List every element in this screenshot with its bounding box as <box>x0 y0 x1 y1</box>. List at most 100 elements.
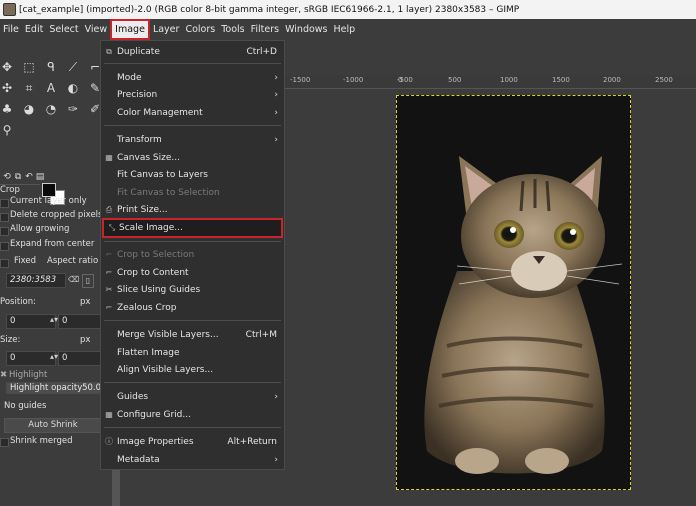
menu-help[interactable]: Help <box>331 19 359 40</box>
cage-tool-icon[interactable]: ⌗ <box>22 81 36 95</box>
menu-select[interactable]: Select <box>46 19 81 40</box>
menu-item-precision[interactable]: Precision › <box>101 86 284 103</box>
ruler-label: 1000 <box>500 76 518 84</box>
aspect-ratio-field[interactable]: 2380:3583 <box>6 273 66 288</box>
menu-item-metadata[interactable]: Metadata › <box>101 451 284 468</box>
menu-item-transform[interactable]: Transform › <box>101 131 284 148</box>
menu-layer[interactable]: Layer <box>150 19 183 40</box>
position-x-spinner[interactable]: ▴▾ <box>50 315 58 324</box>
menu-separator <box>104 320 281 321</box>
menu-item-label: Print Size... <box>117 204 168 215</box>
scale-image-icon: ⤡ <box>108 223 116 232</box>
current-layer-only-checkbox[interactable] <box>0 199 9 208</box>
menu-item-zealous-crop[interactable]: ⌐ Zealous Crop <box>101 299 284 316</box>
menu-image[interactable]: Image <box>110 19 150 40</box>
menu-item-fit-canvas-layers[interactable]: Fit Canvas to Layers <box>101 166 284 183</box>
shrink-merged-checkbox[interactable] <box>0 438 9 447</box>
submenu-arrow-icon: › <box>274 454 278 465</box>
menu-item-label: Crop to Content <box>117 267 189 278</box>
highlight-opacity-label: Highlight opacity <box>10 383 83 393</box>
size-unit-select[interactable]: px <box>80 335 90 345</box>
dodge-tool-icon[interactable]: ◔ <box>44 102 58 116</box>
menu-item-configure-grid[interactable]: ▦ Configure Grid... <box>101 406 284 423</box>
menu-separator <box>104 427 281 428</box>
size-w-field[interactable]: 0 <box>6 351 56 366</box>
menu-item-canvas-size[interactable]: ▦ Canvas Size... <box>101 149 284 166</box>
position-unit-select[interactable]: px <box>80 297 90 307</box>
highlight-check-icon[interactable]: ✖ <box>0 370 7 380</box>
images-icon[interactable]: ▤ <box>33 170 47 184</box>
warp-tool-icon[interactable]: ✣ <box>0 81 14 95</box>
delete-cropped-label: Delete cropped pixels <box>10 210 103 220</box>
menu-item-mode[interactable]: Mode › <box>101 69 284 86</box>
path-tool-icon[interactable]: ✑ <box>66 102 80 116</box>
submenu-arrow-icon: › <box>274 391 278 402</box>
menu-filters[interactable]: Filters <box>248 19 282 40</box>
menu-colors[interactable]: Colors <box>182 19 218 40</box>
crop-content-icon: ⌐ <box>105 268 113 277</box>
menu-item-label: Crop to Selection <box>117 249 195 260</box>
menu-item-duplicate[interactable]: ⧉ Duplicate Ctrl+D <box>101 43 284 60</box>
menu-item-label: Transform <box>117 134 162 145</box>
duplicate-icon: ⧉ <box>106 46 112 56</box>
fixed-mode-select[interactable]: Aspect ratio <box>47 256 98 266</box>
size-w-spinner[interactable]: ▴▾ <box>50 352 58 361</box>
menu-separator <box>104 241 281 242</box>
canvas-size-icon: ▦ <box>105 153 113 162</box>
menu-tools[interactable]: Tools <box>218 19 247 40</box>
menu-item-slice-using-guides[interactable]: ✂ Slice Using Guides <box>101 281 284 298</box>
slice-guides-icon: ✂ <box>105 285 113 294</box>
menu-item-shortcut: Ctrl+M <box>245 329 277 340</box>
menu-item-scale-image[interactable]: ⤡ Scale Image... <box>102 218 283 238</box>
rect-select-tool-icon[interactable]: ⬚ <box>22 60 36 74</box>
menu-item-label: Align Visible Layers... <box>117 364 214 375</box>
ruler-label: 2000 <box>603 76 621 84</box>
image-menu-dropdown: ⧉ Duplicate Ctrl+D Mode › Precision › Co… <box>100 40 285 470</box>
menu-item-crop-to-content[interactable]: ⌐ Crop to Content <box>101 264 284 281</box>
ruler-label: -1000 <box>343 76 364 84</box>
menu-item-image-properties[interactable]: ⓘ Image Properties Alt+Return <box>101 433 284 450</box>
fixed-checkbox[interactable] <box>0 259 9 268</box>
menu-edit[interactable]: Edit <box>22 19 46 40</box>
fuzzy-select-tool-icon[interactable]: ⟋ <box>66 60 80 74</box>
cat-image[interactable] <box>396 95 631 490</box>
menu-item-align-visible-layers[interactable]: Align Visible Layers... <box>101 361 284 378</box>
clone-tool-icon[interactable]: ♣ <box>0 102 14 116</box>
print-size-icon: ⎙ <box>105 204 113 214</box>
text-tool-icon[interactable]: A <box>44 81 58 95</box>
zoom-tool-icon[interactable]: ⚲ <box>0 123 14 137</box>
size-h-field[interactable]: 0 <box>58 351 102 366</box>
menu-separator <box>104 125 281 126</box>
expand-from-center-checkbox[interactable] <box>0 242 9 251</box>
submenu-arrow-icon: › <box>274 89 278 100</box>
menu-file[interactable]: File <box>0 19 22 40</box>
position-y-field[interactable]: 0 <box>58 314 102 329</box>
menu-view[interactable]: View <box>82 19 111 40</box>
menu-item-fit-canvas-selection: Fit Canvas to Selection <box>101 184 284 201</box>
move-tool-icon[interactable]: ✥ <box>0 60 14 74</box>
position-x-field[interactable]: 0 <box>6 314 56 329</box>
guides-select[interactable]: No guides <box>4 401 46 411</box>
fixed-label: Fixed <box>14 256 37 266</box>
menu-item-guides[interactable]: Guides › <box>101 388 284 405</box>
menu-item-color-management[interactable]: Color Management › <box>101 104 284 121</box>
smudge-tool-icon[interactable]: ◕ <box>22 102 36 116</box>
allow-growing-checkbox[interactable] <box>0 227 9 236</box>
menu-item-flatten-image[interactable]: Flatten Image <box>101 344 284 361</box>
auto-shrink-button[interactable]: Auto Shrink <box>4 418 102 433</box>
submenu-arrow-icon: › <box>274 72 278 83</box>
delete-cropped-checkbox[interactable] <box>0 213 9 222</box>
menu-windows[interactable]: Windows <box>282 19 330 40</box>
bucket-fill-tool-icon[interactable]: ◐ <box>66 81 80 95</box>
foreground-color-swatch[interactable] <box>42 183 56 197</box>
lasso-tool-icon[interactable]: ᑫ <box>44 60 58 74</box>
menu-item-label: Scale Image... <box>119 223 183 233</box>
menu-item-print-size[interactable]: ⎙ Print Size... <box>101 201 284 218</box>
clear-ratio-icon[interactable]: ⌫ <box>68 275 79 284</box>
menu-item-label: Duplicate <box>117 46 160 57</box>
submenu-arrow-icon: › <box>274 134 278 145</box>
menu-item-merge-visible-layers[interactable]: Merge Visible Layers... Ctrl+M <box>101 326 284 343</box>
highlight-opacity-slider[interactable]: Highlight opacity 50.0 <box>6 382 104 394</box>
menu-item-label: Image Properties <box>117 436 194 447</box>
portrait-icon[interactable]: ▯ <box>82 274 94 288</box>
